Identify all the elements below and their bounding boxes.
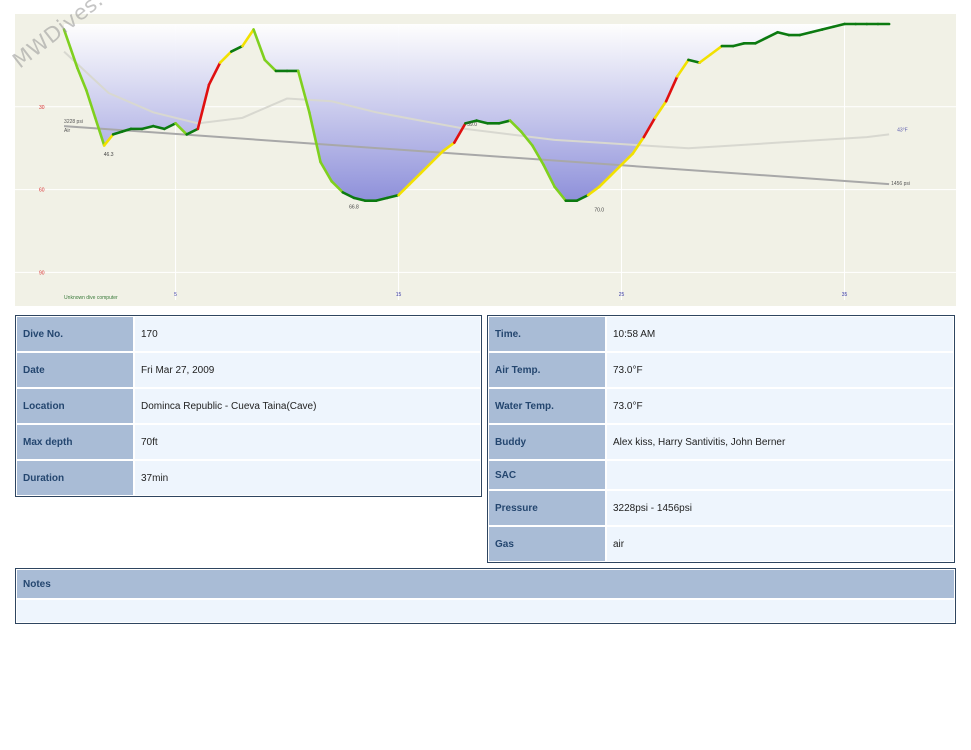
info-value: 73.0°F xyxy=(607,389,953,423)
notes-label: Notes xyxy=(17,570,954,598)
x-tick-label: 15 xyxy=(396,292,402,298)
dive-profile-svg: 5 15 25 35 30 60 90 3228 psi Air 1456 psi 46.3 66.8… xyxy=(15,14,956,306)
dive-info-panel: Dive No. 170 Date Fri Mar 27, 2009 Locatio… xyxy=(15,315,482,497)
x-tick-label: 35 xyxy=(842,292,848,298)
annotation-label: Unknown dive computer xyxy=(64,295,118,301)
info-row-time: Time. 10:58 AM xyxy=(489,317,953,351)
info-row-dive-no: Dive No. 170 xyxy=(17,317,480,351)
info-row-duration: Duration 37min xyxy=(17,461,480,495)
info-value xyxy=(607,461,953,489)
annotation-label: 1456 psi xyxy=(891,181,910,187)
info-value: Dominca Republic - Cueva Taina(Cave) xyxy=(135,389,480,423)
dive-profile-chart: 5 15 25 35 30 60 90 3228 psi Air 1456 psi 46.3 66.8… xyxy=(15,14,956,306)
x-tick-label: 5 xyxy=(174,292,177,298)
info-label: Location xyxy=(17,389,133,423)
y-tick-label: 30 xyxy=(39,105,45,111)
info-row-gas: Gas air xyxy=(489,527,953,561)
notes-value xyxy=(17,600,954,622)
info-label: Dive No. xyxy=(17,317,133,351)
info-value: 170 xyxy=(135,317,480,351)
info-row-air-temp: Air Temp. 73.0°F xyxy=(489,353,953,387)
info-row-water-temp: Water Temp. 73.0°F xyxy=(489,389,953,423)
info-label: Max depth xyxy=(17,425,133,459)
y-tick-label: 90 xyxy=(39,270,45,276)
info-row-location: Location Dominca Republic - Cueva Taina(C… xyxy=(17,389,480,423)
annotation-label: 70.0 xyxy=(594,207,604,213)
annotation-label: 46.3 xyxy=(104,152,114,158)
info-label: Water Temp. xyxy=(489,389,605,423)
info-row-buddy: Buddy Alex kiss, Harry Santivitis, John B… xyxy=(489,425,953,459)
info-value: 3228psi - 1456psi xyxy=(607,491,953,525)
info-value: 37min xyxy=(135,461,480,495)
info-value: air xyxy=(607,527,953,561)
info-value: Alex kiss, Harry Santivitis, John Berner xyxy=(607,425,953,459)
info-value: 70ft xyxy=(135,425,480,459)
info-label: Gas xyxy=(489,527,605,561)
info-label: Air Temp. xyxy=(489,353,605,387)
info-label: SAC xyxy=(489,461,605,489)
info-label: Pressure xyxy=(489,491,605,525)
x-tick-label: 25 xyxy=(619,292,625,298)
info-label: Date xyxy=(17,353,133,387)
annotation-label: 66.8 xyxy=(349,205,359,211)
info-label: Duration xyxy=(17,461,133,495)
annotation-label: Air xyxy=(64,128,70,134)
annotation-label: 43°F xyxy=(897,127,908,133)
dive-conditions-panel: Time. 10:58 AM Air Temp. 73.0°F Water Temp… xyxy=(487,315,955,563)
annotation-label: 59.0 xyxy=(467,122,477,128)
info-row-date: Date Fri Mar 27, 2009 xyxy=(17,353,480,387)
annotation-label: 3228 psi xyxy=(64,119,83,125)
info-label: Buddy xyxy=(489,425,605,459)
info-value: Fri Mar 27, 2009 xyxy=(135,353,480,387)
info-row-sac: SAC xyxy=(489,461,953,489)
info-row-pressure: Pressure 3228psi - 1456psi xyxy=(489,491,953,525)
y-tick-label: 60 xyxy=(39,188,45,194)
info-label: Time. xyxy=(489,317,605,351)
info-value: 10:58 AM xyxy=(607,317,953,351)
info-value: 73.0°F xyxy=(607,353,953,387)
info-row-max-depth: Max depth 70ft xyxy=(17,425,480,459)
notes-panel: Notes xyxy=(15,568,956,624)
